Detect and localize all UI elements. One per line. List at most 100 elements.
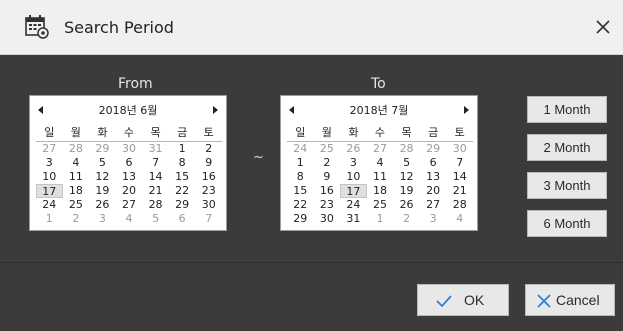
day-cell[interactable]: 30 (116, 142, 143, 156)
day-cell[interactable]: 5 (393, 156, 420, 170)
day-cell[interactable]: 24 (340, 198, 367, 212)
day-cell[interactable]: 10 (340, 170, 367, 184)
day-cell[interactable]: 22 (287, 198, 314, 212)
day-cell[interactable]: 3 (36, 156, 63, 170)
day-cell[interactable]: 29 (420, 142, 447, 156)
day-cell[interactable]: 13 (420, 170, 447, 184)
day-cell[interactable]: 11 (367, 170, 394, 184)
day-cell[interactable]: 20 (116, 184, 143, 198)
day-cell[interactable]: 16 (314, 184, 341, 198)
day-cell[interactable]: 1 (36, 212, 63, 226)
day-cell[interactable]: 31 (142, 142, 169, 156)
day-cell[interactable]: 7 (446, 156, 473, 170)
day-cell[interactable]: 27 (116, 198, 143, 212)
day-cell[interactable]: 19 (89, 184, 116, 198)
day-cell[interactable]: 2 (393, 212, 420, 226)
day-cell[interactable]: 20 (420, 184, 447, 198)
day-cell[interactable]: 9 (314, 170, 341, 184)
day-cell[interactable]: 25 (314, 142, 341, 156)
day-cell[interactable]: 24 (36, 198, 63, 212)
day-cell[interactable]: 10 (36, 170, 63, 184)
day-cell[interactable]: 2 (63, 212, 90, 226)
day-cell[interactable]: 7 (142, 156, 169, 170)
day-cell[interactable]: 14 (142, 170, 169, 184)
day-cell[interactable]: 23 (314, 198, 341, 212)
day-cell[interactable]: 29 (89, 142, 116, 156)
close-icon[interactable] (590, 14, 616, 40)
next-month-icon[interactable] (464, 106, 469, 114)
day-cell[interactable]: 13 (116, 170, 143, 184)
day-cell[interactable]: 31 (340, 212, 367, 226)
day-cell[interactable]: 3 (89, 212, 116, 226)
day-cell[interactable]: 30 (195, 198, 222, 212)
day-cell[interactable]: 21 (446, 184, 473, 198)
day-cell[interactable]: 30 (314, 212, 341, 226)
day-cell[interactable]: 29 (169, 198, 196, 212)
day-cell[interactable]: 4 (367, 156, 394, 170)
day-cell[interactable]: 4 (446, 212, 473, 226)
day-cell[interactable]: 22 (169, 184, 196, 198)
one-month-button[interactable]: 1 Month (527, 96, 607, 123)
day-cell[interactable]: 26 (393, 198, 420, 212)
day-cell[interactable]: 28 (446, 198, 473, 212)
day-cell[interactable]: 28 (142, 198, 169, 212)
to-calendar[interactable]: 2018년 7월 일 월 화 수 목 금 토 24 25 26 27 28 29 30 1 2 3 4 5 6 7 8 9 1… (280, 95, 478, 231)
day-cell[interactable]: 4 (116, 212, 143, 226)
ok-label: OK (464, 292, 485, 308)
day-cell[interactable]: 24 (287, 142, 314, 156)
day-cell[interactable]: 18 (367, 184, 394, 198)
day-cell[interactable]: 27 (36, 142, 63, 156)
day-cell[interactable]: 18 (63, 184, 90, 198)
day-cell[interactable]: 28 (63, 142, 90, 156)
dialog-title: Search Period (64, 18, 174, 37)
month-label: 2018년 6월 (98, 104, 158, 117)
day-grid: 일 월 화 수 목 금 토 27 28 29 30 31 1 2 3 4 5 6 7 8 9 10 11 12 13 14 15 16… (36, 126, 222, 226)
day-cell[interactable]: 25 (63, 198, 90, 212)
day-cell[interactable]: 26 (340, 142, 367, 156)
day-cell[interactable]: 1 (287, 156, 314, 170)
six-month-button[interactable]: 6 Month (527, 210, 607, 237)
cancel-button[interactable]: Cancel (525, 284, 615, 316)
day-cell[interactable]: 21 (142, 184, 169, 198)
day-cell[interactable]: 27 (420, 198, 447, 212)
day-cell[interactable]: 2 (314, 156, 341, 170)
day-cell[interactable]: 30 (446, 142, 473, 156)
day-cell[interactable]: 28 (393, 142, 420, 156)
two-month-button[interactable]: 2 Month (527, 134, 607, 161)
day-cell[interactable]: 1 (367, 212, 394, 226)
day-cell[interactable]: 6 (169, 212, 196, 226)
day-cell[interactable]: 29 (287, 212, 314, 226)
day-cell[interactable]: 17 (36, 184, 63, 198)
day-cell[interactable]: 23 (195, 184, 222, 198)
day-cell[interactable]: 6 (420, 156, 447, 170)
day-cell[interactable]: 7 (195, 212, 222, 226)
day-cell[interactable]: 15 (169, 170, 196, 184)
day-cell[interactable]: 3 (420, 212, 447, 226)
day-cell[interactable]: 15 (287, 184, 314, 198)
ok-button[interactable]: OK (417, 284, 509, 316)
day-cell[interactable]: 5 (142, 212, 169, 226)
day-cell[interactable]: 4 (63, 156, 90, 170)
day-cell[interactable]: 9 (195, 156, 222, 170)
day-cell[interactable]: 25 (367, 198, 394, 212)
day-cell[interactable]: 8 (169, 156, 196, 170)
day-cell[interactable]: 11 (63, 170, 90, 184)
day-cell[interactable]: 16 (195, 170, 222, 184)
weekday-label: 금 (168, 126, 196, 142)
day-cell[interactable]: 19 (393, 184, 420, 198)
day-cell[interactable]: 8 (287, 170, 314, 184)
day-cell[interactable]: 5 (89, 156, 116, 170)
day-cell[interactable]: 1 (169, 142, 196, 156)
three-month-button[interactable]: 3 Month (527, 172, 607, 199)
day-cell[interactable]: 6 (116, 156, 143, 170)
day-cell[interactable]: 2 (195, 142, 222, 156)
day-cell[interactable]: 26 (89, 198, 116, 212)
day-cell[interactable]: 27 (367, 142, 394, 156)
day-cell[interactable]: 3 (340, 156, 367, 170)
from-calendar[interactable]: 2018년 6월 일 월 화 수 목 금 토 27 28 29 30 31 1 2 3 4 5 6 7 8 9 10 11 1… (29, 95, 227, 231)
day-cell[interactable]: 12 (89, 170, 116, 184)
day-cell[interactable]: 12 (393, 170, 420, 184)
day-cell[interactable]: 14 (446, 170, 473, 184)
next-month-icon[interactable] (213, 106, 218, 114)
day-cell[interactable]: 17 (340, 184, 367, 198)
